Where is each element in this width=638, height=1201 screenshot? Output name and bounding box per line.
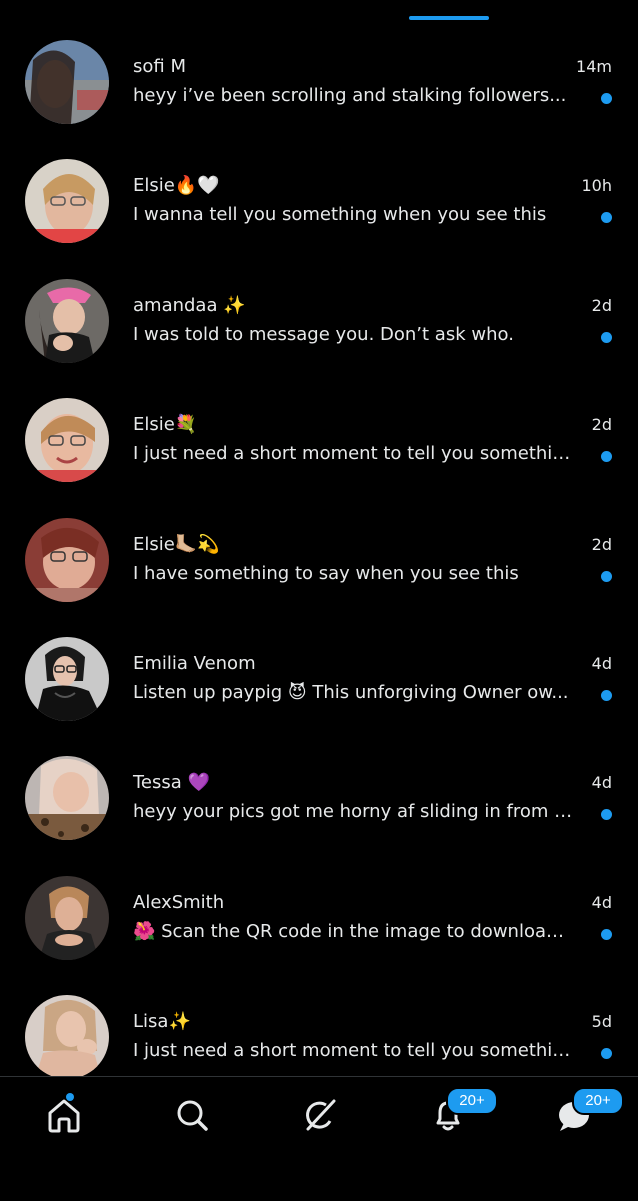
avatar[interactable] (25, 159, 109, 244)
conversation-row[interactable]: Elsie💐 I just need a short moment to tel… (0, 380, 638, 499)
message-preview: I wanna tell you something when you see … (133, 204, 547, 226)
message-preview: I just need a short moment to tell you s… (133, 1040, 573, 1062)
notifications-badge: 20+ (446, 1087, 498, 1115)
sender-name: Lisa✨ (133, 1011, 191, 1033)
sender-name: sofi M (133, 56, 186, 77)
nav-notifications[interactable]: 20+ (424, 1087, 498, 1139)
unread-indicator (601, 809, 612, 821)
timestamp: 14m (576, 57, 612, 76)
avatar[interactable] (25, 398, 109, 483)
conversation-row[interactable]: sofi M heyy i’ve been scrolling and stal… (0, 22, 638, 141)
avatar[interactable] (25, 636, 109, 721)
unread-indicator (601, 689, 612, 701)
conversation-row[interactable]: AlexSmith 🌺 Scan the QR code in the imag… (0, 858, 638, 977)
sender-name: amandaa ✨ (133, 294, 246, 316)
message-preview: I was told to message you. Don’t ask who… (133, 323, 514, 345)
unread-indicator (601, 928, 612, 940)
sender-name: AlexSmith (133, 891, 225, 913)
active-tab-indicator (409, 16, 489, 20)
home-icon (40, 1091, 88, 1139)
message-preview: Listen up paypig 😈 This unforgiving Owne… (133, 681, 569, 703)
timestamp: 5d (591, 1012, 612, 1032)
sender-name: Elsie🦶🏼💫 (133, 533, 220, 555)
nav-grok[interactable] (296, 1091, 344, 1139)
avatar[interactable] (25, 517, 109, 602)
message-preview: heyy your pics got me horny af sliding i… (133, 801, 573, 823)
unread-indicator (601, 93, 612, 104)
sender-name: Elsie💐 (133, 414, 198, 436)
message-preview: I just need a short moment to tell you s… (133, 443, 573, 465)
sender-name: Tessa 💜 (133, 772, 210, 794)
conversation-row[interactable]: amandaa ✨ I was told to message you. Don… (0, 261, 638, 380)
timestamp: 10h (581, 176, 613, 196)
avatar[interactable] (25, 995, 109, 1080)
timestamp: 4d (591, 653, 612, 673)
timestamp: 2d (591, 295, 612, 315)
bottom-navigation: 20+ 20+ (0, 1076, 638, 1201)
conversation-row[interactable]: Elsie🦶🏼💫 I have something to say when yo… (0, 500, 638, 619)
unread-indicator (601, 331, 612, 343)
nav-search[interactable] (168, 1091, 216, 1139)
timestamp: 2d (591, 415, 612, 435)
timestamp: 2d (591, 534, 612, 554)
unread-indicator (601, 570, 612, 582)
messages-badge: 20+ (572, 1087, 624, 1115)
unread-indicator (601, 212, 612, 224)
sender-name: Elsie🔥🤍 (133, 175, 220, 197)
avatar[interactable] (25, 40, 109, 124)
timestamp: 4d (591, 892, 612, 912)
conversation-row[interactable]: Elsie🔥🤍 I wanna tell you something when … (0, 141, 638, 260)
nav-messages[interactable]: 20+ (550, 1087, 624, 1139)
avatar[interactable] (25, 756, 109, 841)
search-icon (168, 1091, 216, 1139)
unread-indicator (601, 451, 612, 463)
message-list: sofi M heyy i’ve been scrolling and stal… (0, 22, 638, 1097)
conversation-row[interactable]: Tessa 💜 heyy your pics got me horny af s… (0, 738, 638, 857)
grok-icon (296, 1091, 344, 1139)
conversation-row[interactable]: Emilia Venom Listen up paypig 😈 This unf… (0, 619, 638, 738)
unread-indicator (601, 1048, 612, 1060)
message-preview: heyy i’ve been scrolling and stalking fo… (133, 85, 567, 106)
nav-home[interactable] (40, 1091, 88, 1139)
message-preview: 🌺 Scan the QR code in the image to downl… (133, 920, 573, 942)
sender-name: Emilia Venom (133, 652, 256, 674)
avatar[interactable] (25, 875, 109, 960)
message-preview: I have something to say when you see thi… (133, 562, 519, 584)
home-notification-dot (66, 1093, 74, 1101)
avatar[interactable] (25, 278, 109, 363)
timestamp: 4d (591, 773, 612, 793)
